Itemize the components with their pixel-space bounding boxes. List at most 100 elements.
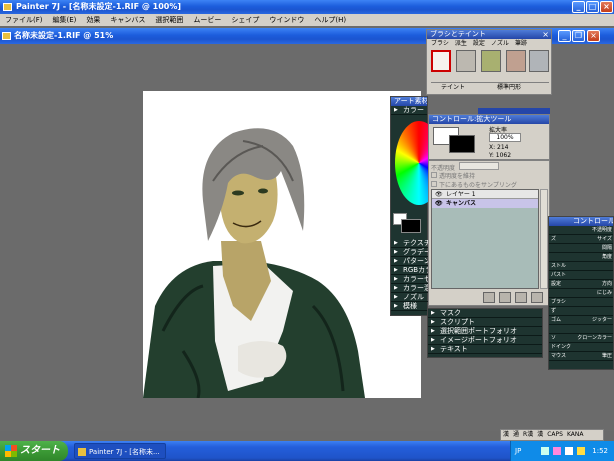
menu-help[interactable]: ヘルプ(H) <box>309 16 351 25</box>
controls-row[interactable]: パスト <box>549 271 613 280</box>
layer-buttons <box>483 292 549 304</box>
menu-movie[interactable]: ムービー <box>188 16 226 25</box>
layer-delete-button[interactable] <box>531 292 543 303</box>
menu-effects[interactable]: 効果 <box>81 16 105 25</box>
canvas-layer-label: キャンバス <box>446 200 477 207</box>
tab-variant[interactable]: 派生 <box>455 40 467 47</box>
tab-brush[interactable]: ブラシ <box>431 40 449 47</box>
controls-row[interactable]: ストル <box>549 262 613 271</box>
controls-row[interactable]: 不透明度 <box>549 226 613 235</box>
controls-row[interactable]: ブラシ <box>549 298 613 307</box>
tray-icon-volume[interactable] <box>565 447 573 455</box>
brush-pencil-icon[interactable] <box>481 50 501 72</box>
art-row-pattern[interactable]: パターン <box>391 257 431 266</box>
menu-edit[interactable]: 編集(E) <box>48 16 82 25</box>
menu-canvas[interactable]: キャンバス <box>105 16 150 25</box>
controls-row[interactable]: 設定 方向 <box>549 280 613 289</box>
art-row-texture[interactable]: テクスチャ <box>391 239 438 248</box>
menu-window[interactable]: ウインドウ <box>264 16 309 25</box>
menu-bar: ファイル(F) 編集(E) 効果 キャンバス 選択範囲 ムービー シェイプ ウインドウ ヘルプ(… <box>0 14 614 26</box>
controls-row[interactable]: ゴム ジッター <box>549 316 613 325</box>
layer-merge-button[interactable] <box>483 292 495 303</box>
close-button[interactable]: × <box>600 1 613 13</box>
panel-row-mask[interactable]: マスク <box>428 309 542 318</box>
minimize-button[interactable]: _ <box>572 1 585 13</box>
opacity-select[interactable] <box>459 162 499 170</box>
keep-transparency-label: 透明度を維持 <box>439 173 476 180</box>
menu-shapes[interactable]: シェイプ <box>226 16 264 25</box>
layer-scrollbar[interactable] <box>540 189 548 289</box>
keep-transparency-checkbox[interactable] <box>431 172 437 178</box>
panel-row-script[interactable]: スクリプト <box>428 318 542 327</box>
tab-settings[interactable]: 設定 <box>473 40 485 47</box>
painter-icon <box>78 448 86 456</box>
start-label: スタート <box>20 445 60 456</box>
ime-indicator[interactable]: JP <box>515 447 521 455</box>
brush-category-label: テイント <box>441 84 466 91</box>
taskbar-app-button[interactable]: Painter 7J - [名称未... <box>74 443 166 459</box>
panel-row-text[interactable]: テキスト <box>428 345 542 354</box>
ime-item[interactable]: KANA <box>565 431 586 438</box>
panel-row-image-portfolio[interactable]: イメージポートフォリオ <box>428 336 542 345</box>
art-rows: テクスチャ グラデーション パターン RGBカラー カラーセット カラー混合 ノ… <box>391 239 452 311</box>
brush-pen-icon[interactable] <box>529 50 549 72</box>
tray-icon-security[interactable] <box>553 447 561 455</box>
controls-row[interactable]: ズサイズ <box>549 235 613 244</box>
tray-icon-network[interactable] <box>541 447 549 455</box>
menu-file[interactable]: ファイル(F) <box>0 16 48 25</box>
controls-row[interactable]: 間隔 <box>549 244 613 253</box>
doc-restore-button[interactable]: ❐ <box>572 30 585 42</box>
ime-item[interactable]: 漢 <box>501 431 511 438</box>
controls-row[interactable]: マウス 筆圧 <box>549 352 613 361</box>
sample-below-checkbox[interactable] <box>431 181 437 187</box>
brush-variant-label: 標準円形 <box>496 84 521 91</box>
zoom-value-field[interactable]: 100% <box>489 133 521 142</box>
start-button[interactable]: スタート <box>0 441 68 461</box>
brush-tabs: ブラシ 派生 設定 ノズル 筆跡 <box>431 40 551 48</box>
layer-list: 👁 レイヤー 1 👁 キャンバス <box>431 189 539 289</box>
ime-item[interactable]: 漢 <box>535 431 545 438</box>
brush-panel-close-icon[interactable]: × <box>542 30 549 39</box>
brush-tint-icon[interactable] <box>431 50 451 72</box>
tab-stroke[interactable]: 筆跡 <box>515 40 527 47</box>
hidden-panel-tab[interactable] <box>478 108 550 114</box>
controls-row[interactable]: ソクローンカラー <box>549 334 613 343</box>
art-row-mixer[interactable]: カラー混合 <box>391 284 438 293</box>
eye-icon[interactable]: 👁 <box>435 190 443 199</box>
taskbar: スタート Painter 7J - [名称未... JP 1:52 <box>0 441 614 461</box>
canvas[interactable] <box>143 91 421 398</box>
layer-mask-button[interactable] <box>499 292 511 303</box>
layer-row-layer1[interactable]: 👁 レイヤー 1 <box>432 190 538 199</box>
app-icon <box>3 3 12 11</box>
art-row-weaves[interactable]: 模様 <box>391 302 429 311</box>
ime-item[interactable]: CAPS <box>545 431 565 438</box>
art-row-gradient[interactable]: グラデーション <box>391 248 452 257</box>
controls-row[interactable]: にじみ <box>549 289 613 298</box>
art-row-rgb[interactable]: RGBカラー <box>391 266 439 275</box>
art-row-colorset[interactable]: カラーセット <box>391 275 445 284</box>
tray-icon-app[interactable] <box>577 447 585 455</box>
layer-row-canvas[interactable]: 👁 キャンバス <box>432 199 538 208</box>
cursor-x: X: 214 <box>489 144 509 151</box>
controls-row[interactable]: ず <box>549 307 613 316</box>
brush-airbrush-icon[interactable] <box>456 50 476 72</box>
panel-row-selection-portfolio[interactable]: 選択範囲ポートフォリオ <box>428 327 542 336</box>
doc-close-button[interactable]: × <box>587 30 600 42</box>
art-color-row[interactable]: カラー <box>391 106 427 115</box>
brush-knife-icon[interactable] <box>506 50 526 72</box>
secondary-color-swatch[interactable] <box>401 219 421 233</box>
layer-new-button[interactable] <box>515 292 527 303</box>
brush-icons <box>431 50 549 74</box>
menu-select[interactable]: 選択範囲 <box>150 16 188 25</box>
ime-item[interactable]: 通 <box>511 431 521 438</box>
art-row-nozzle[interactable]: ノズル <box>391 293 429 302</box>
controls-row[interactable]: 角度 <box>549 253 613 262</box>
document-icon <box>2 32 11 40</box>
doc-minimize-button[interactable]: _ <box>558 30 571 42</box>
eye-icon[interactable]: 👁 <box>435 199 443 208</box>
tab-nozzle[interactable]: ノズル <box>491 40 509 47</box>
ime-item[interactable]: R漢 <box>521 431 535 438</box>
controls-row[interactable]: ドインク <box>549 343 613 352</box>
maximize-button[interactable]: □ <box>586 1 599 13</box>
controls-row[interactable] <box>549 325 613 334</box>
